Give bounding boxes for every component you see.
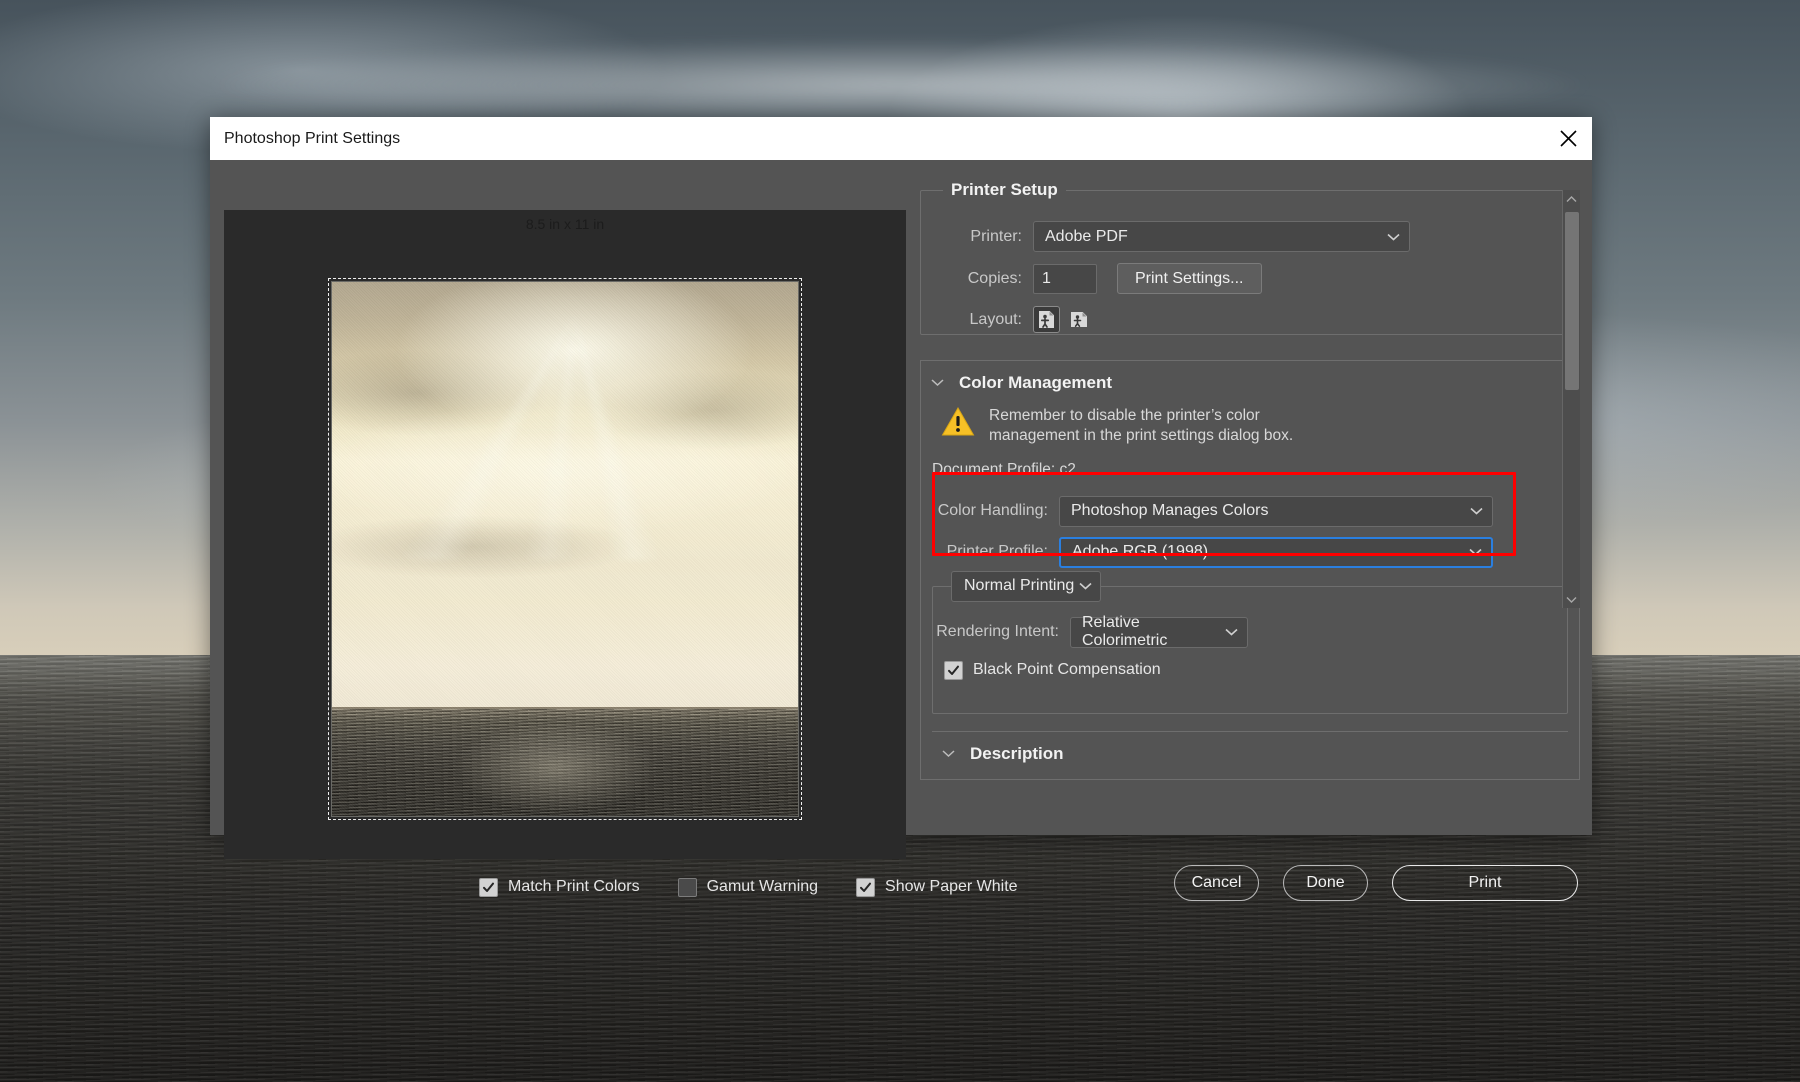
dialog-body: 8.5 in x 11 in Match Print Colors Gamut …	[210, 160, 1592, 901]
dialog-titlebar: Photoshop Print Settings	[210, 117, 1592, 160]
preview-options-row: Match Print Colors Gamut Warning Show Pa…	[224, 870, 1018, 904]
checkbox-gamut-warning[interactable]: Gamut Warning	[677, 877, 819, 897]
layout-label: Layout:	[969, 310, 1022, 328]
description-group: Description	[932, 730, 1568, 779]
document-profile-row: Document Profile: c2	[921, 447, 1579, 479]
printer-profile-value: Adobe RGB (1998)	[1072, 543, 1209, 561]
dialog-footer-buttons: Cancel Done Print	[1174, 865, 1578, 901]
warning-line-2: management in the print settings dialog …	[989, 427, 1294, 445]
paper-dimensions-label: 8.5 in x 11 in	[525, 216, 605, 232]
preview-grain	[332, 282, 798, 816]
printer-select-value: Adobe PDF	[1045, 227, 1128, 245]
normal-printing-select[interactable]: Normal Printing	[951, 570, 1102, 602]
page-landscape-icon[interactable]	[1066, 306, 1093, 333]
color-management-title: Color Management	[959, 373, 1113, 392]
normal-printing-group: Normal Printing Rendering Intent: Relati…	[932, 570, 1568, 714]
scrollbar-thumb[interactable]	[1565, 212, 1579, 390]
color-handling-label: Color Handling:	[937, 502, 1048, 520]
rendering-intent-label: Rendering Intent:	[936, 623, 1059, 641]
paper-outline[interactable]	[328, 278, 802, 820]
color-handling-fields: Color Handling: Photoshop Manages Colors…	[921, 479, 1579, 568]
chevron-down-icon	[1387, 228, 1400, 246]
cancel-button[interactable]: Cancel	[1174, 865, 1259, 901]
warning-line-1: Remember to disable the printer’s color	[989, 407, 1260, 424]
done-button[interactable]: Done	[1283, 865, 1368, 901]
checkbox-label: Black Point Compensation	[973, 661, 1161, 679]
color-handling-select[interactable]: Photoshop Manages Colors	[1059, 495, 1493, 527]
copies-input[interactable]: 1	[1033, 263, 1097, 294]
color-management-content: Color Management Remember to disable the…	[921, 361, 1579, 779]
dialog-title: Photoshop Print Settings	[224, 129, 401, 147]
checkbox-label: Show Paper White	[885, 878, 1018, 895]
chevron-down-icon	[1469, 543, 1482, 561]
scroll-down-icon[interactable]	[1563, 590, 1580, 608]
preview-image	[331, 281, 799, 817]
rendering-intent-value: Relative Colorimetric	[1082, 614, 1168, 650]
color-management-warning: Remember to disable the printer’s color …	[921, 393, 1579, 447]
checkbox-box	[944, 660, 963, 680]
checkbox-label: Gamut Warning	[706, 878, 819, 895]
document-profile-value: c2	[1059, 460, 1076, 478]
color-management-group: Color Management Remember to disable the…	[920, 190, 1580, 780]
document-profile-label: Document Profile:	[932, 460, 1056, 478]
print-button[interactable]: Print	[1392, 865, 1578, 901]
color-handling-value: Photoshop Manages Colors	[1071, 502, 1269, 520]
color-management-warning-text: Remember to disable the printer’s color …	[989, 406, 1293, 447]
chevron-down-icon[interactable]	[941, 745, 956, 763]
print-preview-pane: 8.5 in x 11 in	[224, 210, 906, 859]
printer-setup-group: Printer Setup Printer: Adobe PDF Copies:…	[920, 180, 1580, 335]
checkbox-match-print-colors[interactable]: Match Print Colors	[479, 877, 640, 897]
checkbox-box	[479, 877, 498, 897]
close-icon[interactable]	[1544, 117, 1592, 160]
print-settings-button[interactable]: Print Settings...	[1117, 263, 1262, 294]
color-management-scrollbar[interactable]	[1562, 190, 1580, 608]
chevron-down-icon	[1225, 623, 1238, 641]
chevron-down-icon[interactable]	[930, 374, 945, 392]
printer-label: Printer:	[970, 227, 1022, 245]
printer-setup-legend: Printer Setup	[943, 180, 1066, 200]
warning-triangle-icon	[941, 406, 975, 447]
printer-profile-select[interactable]: Adobe RGB (1998)	[1059, 536, 1493, 568]
color-management-header[interactable]: Color Management	[921, 373, 1579, 393]
checkbox-box	[677, 877, 697, 897]
checkbox-box	[856, 877, 876, 897]
settings-column: Printer Setup Printer: Adobe PDF Copies:…	[920, 180, 1580, 780]
printer-profile-label: Printer Profile:	[946, 543, 1048, 561]
checkbox-show-paper-white[interactable]: Show Paper White	[856, 877, 1018, 897]
printer-select[interactable]: Adobe PDF	[1033, 221, 1410, 252]
description-header[interactable]: Description	[932, 744, 1568, 764]
checkbox-black-point-compensation[interactable]: Black Point Compensation	[944, 660, 1567, 680]
chevron-down-icon	[1079, 577, 1092, 595]
copies-label: Copies:	[967, 269, 1022, 287]
checkbox-label: Match Print Colors	[508, 878, 640, 895]
page-portrait-icon[interactable]	[1033, 306, 1060, 333]
print-settings-dialog: Photoshop Print Settings 8.5 in x 11 in	[210, 117, 1592, 901]
normal-printing-value: Normal Printing	[964, 577, 1075, 595]
chevron-down-icon	[1470, 502, 1483, 520]
description-title: Description	[970, 743, 1064, 763]
rendering-intent-select[interactable]: Relative Colorimetric	[1070, 614, 1248, 650]
